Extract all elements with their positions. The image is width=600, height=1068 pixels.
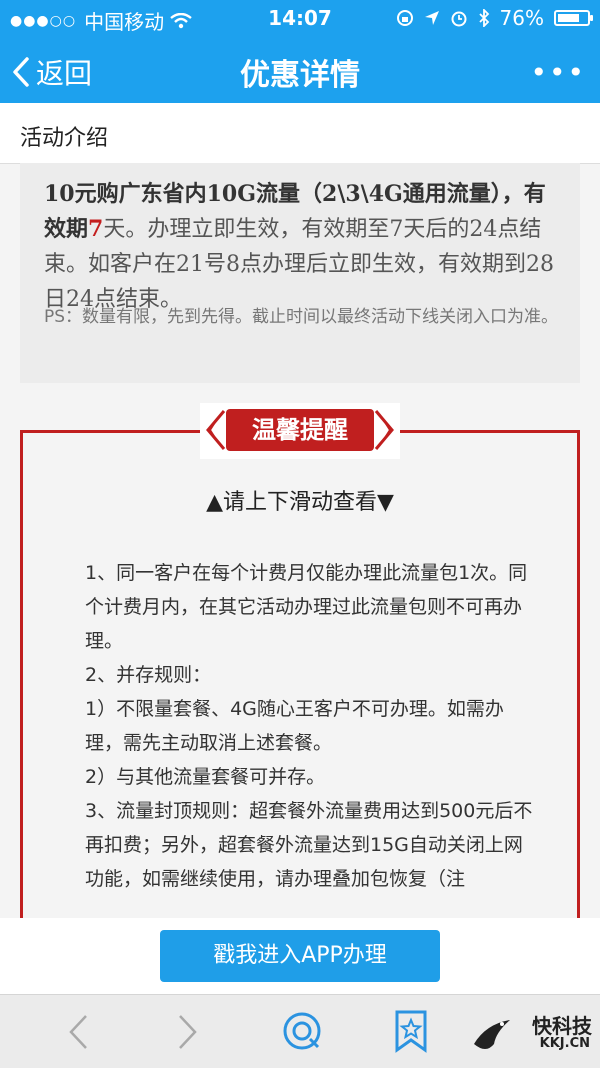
bird-logo-icon: [474, 1020, 510, 1049]
nav-bar: 返回 优惠详情 •••: [0, 36, 600, 103]
button-bar: 戳我进入APP办理: [0, 918, 600, 994]
top-bar: ●●●○○ 中国移动 14:07 76% 返回 优惠详情 •••: [0, 0, 600, 103]
intro-text: 10元购广东省内10G流量（2\3\4G通用流量），有效期7天。办理立即生效，有…: [44, 177, 564, 317]
rules-list[interactable]: 1、同一客户在每个计费月仅能办理此流量包1次。同个计费月内，在其它活动办理过此流…: [85, 556, 535, 896]
scroll-hint: ▲请上下滑动查看▼: [206, 490, 394, 515]
rule-item: 2、并存规则：: [85, 664, 212, 686]
intro-ps: PS：数量有限，先到先得。截止时间以最终活动下线关闭入口为准。: [44, 307, 559, 327]
intro-box: 10元购广东省内10G流量（2\3\4G通用流量），有效期7天。办理立即生效，有…: [20, 163, 580, 383]
back-label: 返回: [36, 57, 93, 90]
rotation-lock-icon: [396, 10, 413, 26]
status-bar: ●●●○○ 中国移动 14:07 76%: [0, 0, 600, 36]
rule-item: 3、流量封顶规则：超套餐外流量费用达到500元后不再扣费；另外，超套餐外流量达到…: [85, 800, 533, 890]
enter-app-button[interactable]: 戳我进入APP办理: [160, 930, 440, 982]
reminder-badge-wrap: 温馨提醒: [200, 403, 400, 459]
watermark-domain: KKJ.CN: [539, 1036, 590, 1051]
section-header: 活动介绍: [0, 103, 600, 164]
right-chevron-decor-icon: [374, 410, 394, 450]
watermark-name: 快科技: [532, 1014, 592, 1038]
bookmark-icon[interactable]: [394, 1009, 428, 1053]
alarm-icon: [451, 11, 467, 27]
back-button[interactable]: 返回: [12, 52, 92, 92]
more-button[interactable]: •••: [530, 56, 586, 89]
home-icon[interactable]: [280, 1009, 324, 1053]
location-icon: [424, 11, 439, 25]
forward-arrow-icon[interactable]: [176, 1013, 200, 1051]
battery-icon: [554, 10, 593, 26]
intro-days: 7: [88, 216, 104, 242]
chevron-left-icon: [13, 57, 29, 87]
battery-fill: [558, 14, 579, 22]
bluetooth-icon: [478, 9, 489, 27]
rule-item: 1）不限量套餐、4G随心王客户不可办理。如需办理，需先主动取消上述套餐。: [85, 698, 504, 754]
intro-text-part2: 天。办理立即生效，有效期至7天后的24点结束。如客户在21号8点办理后立即生效，…: [44, 217, 554, 312]
section-title: 活动介绍: [20, 126, 109, 151]
rule-item: 2）与其他流量套餐可并存。: [85, 766, 326, 788]
battery-percent: 76%: [499, 6, 544, 30]
watermark-logo: 快科技 KKJ.CN: [474, 1010, 592, 1062]
rule-item: 1、同一客户在每个计费月仅能办理此流量包1次。同个计费月内，在其它活动办理过此流…: [85, 562, 528, 652]
left-chevron-decor-icon: [206, 410, 226, 450]
reminder-badge: 温馨提醒: [226, 409, 374, 451]
back-arrow-icon[interactable]: [66, 1013, 90, 1051]
